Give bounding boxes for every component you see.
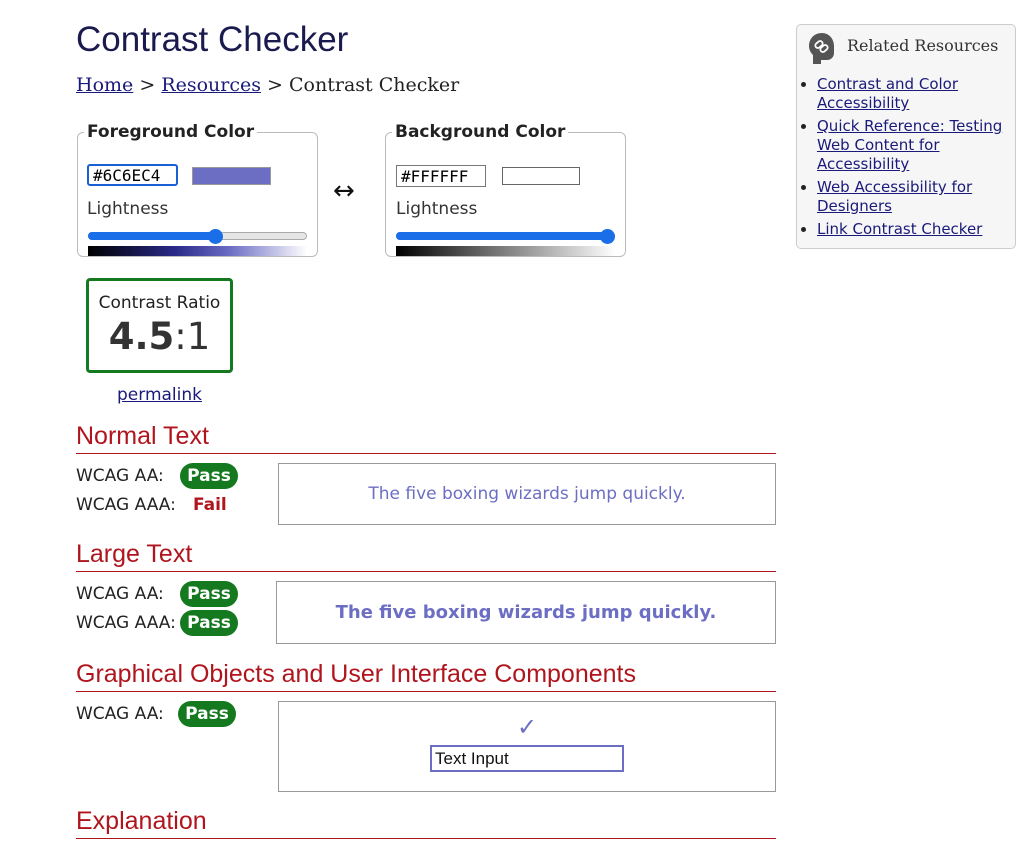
normal-aa-pass-badge: Pass: [180, 463, 238, 489]
background-lightness-label: Lightness: [396, 199, 478, 219]
large-aaa-label: WCAG AAA:: [76, 613, 176, 633]
graphical-sample-box: ✓: [278, 701, 776, 792]
normal-aaa-label: WCAG AAA:: [76, 495, 176, 515]
contrast-ratio-box: Contrast Ratio 4.5:1: [86, 278, 233, 373]
link-icon: [809, 33, 834, 64]
related-link-web-designers[interactable]: Web Accessibility for Designers: [817, 178, 972, 215]
list-item: Quick Reference: Testing Web Content for…: [817, 117, 1012, 174]
large-text-heading: Large Text: [76, 540, 776, 572]
swap-colors-icon[interactable]: ↔: [333, 176, 355, 206]
check-icon: ✓: [516, 713, 538, 741]
sample-text-input[interactable]: [430, 745, 624, 772]
foreground-color-picker: Foreground Color Lightness: [77, 122, 318, 257]
background-color-picker: Background Color Lightness: [385, 122, 626, 257]
breadcrumb-current: Contrast Checker: [289, 74, 460, 96]
contrast-ratio-value: 4.5:1: [89, 315, 230, 358]
background-lightness-thumb[interactable]: [600, 229, 615, 244]
normal-text-heading: Normal Text: [76, 422, 776, 454]
permalink-link[interactable]: permalink: [117, 385, 202, 405]
related-resources-heading: Related Resources: [847, 36, 999, 55]
background-lightness-track[interactable]: [396, 232, 615, 240]
foreground-lightness-track[interactable]: [88, 232, 307, 240]
foreground-color-swatch[interactable]: [192, 167, 271, 185]
breadcrumb-home-link[interactable]: Home: [76, 74, 133, 96]
breadcrumb-separator: >: [139, 74, 156, 96]
normal-aaa-fail-result: Fail: [193, 495, 227, 515]
background-lightness-gradient: [396, 246, 615, 256]
related-link-contrast-color[interactable]: Contrast and Color Accessibility: [817, 75, 958, 112]
foreground-lightness-thumb[interactable]: [208, 229, 224, 244]
normal-text-sample: The five boxing wizards jump quickly.: [278, 463, 776, 525]
large-aa-label: WCAG AA:: [76, 584, 164, 604]
related-resources-panel: Related Resources Contrast and Color Acc…: [796, 24, 1016, 249]
graphical-objects-heading: Graphical Objects and User Interface Com…: [76, 660, 776, 692]
foreground-lightness-gradient: [88, 246, 307, 256]
foreground-lightness-label: Lightness: [87, 199, 169, 219]
foreground-hex-input[interactable]: [87, 164, 178, 186]
contrast-ratio-suffix: :1: [174, 315, 211, 358]
foreground-lightness-fill: [88, 232, 216, 240]
background-hex-input[interactable]: [396, 165, 486, 187]
related-link-link-contrast[interactable]: Link Contrast Checker: [817, 220, 982, 238]
background-color-swatch[interactable]: [502, 167, 580, 185]
contrast-ratio-number: 4.5: [108, 315, 175, 358]
breadcrumb: Home > Resources > Contrast Checker: [76, 74, 459, 96]
contrast-ratio-label: Contrast Ratio: [98, 293, 221, 313]
breadcrumb-resources-link[interactable]: Resources: [161, 74, 261, 96]
list-item: Contrast and Color Accessibility: [817, 75, 1012, 113]
list-item: Link Contrast Checker: [817, 220, 1012, 239]
large-aa-pass-badge: Pass: [180, 581, 238, 607]
list-item: Web Accessibility for Designers: [817, 178, 1012, 216]
large-aaa-pass-badge: Pass: [180, 610, 238, 636]
normal-aa-label: WCAG AA:: [76, 466, 164, 486]
explanation-heading: Explanation: [76, 807, 776, 839]
background-legend: Background Color: [395, 122, 566, 142]
graphical-aa-label: WCAG AA:: [76, 704, 164, 724]
foreground-legend: Foreground Color: [87, 122, 255, 142]
related-link-quick-reference[interactable]: Quick Reference: Testing Web Content for…: [817, 117, 1002, 173]
graphical-aa-pass-badge: Pass: [178, 701, 236, 727]
large-text-sample: The five boxing wizards jump quickly.: [276, 581, 776, 644]
related-resources-list: Contrast and Color Accessibility Quick R…: [797, 75, 1012, 243]
background-lightness-fill: [396, 232, 608, 240]
page-title: Contrast Checker: [76, 20, 349, 59]
breadcrumb-separator: >: [267, 74, 283, 96]
